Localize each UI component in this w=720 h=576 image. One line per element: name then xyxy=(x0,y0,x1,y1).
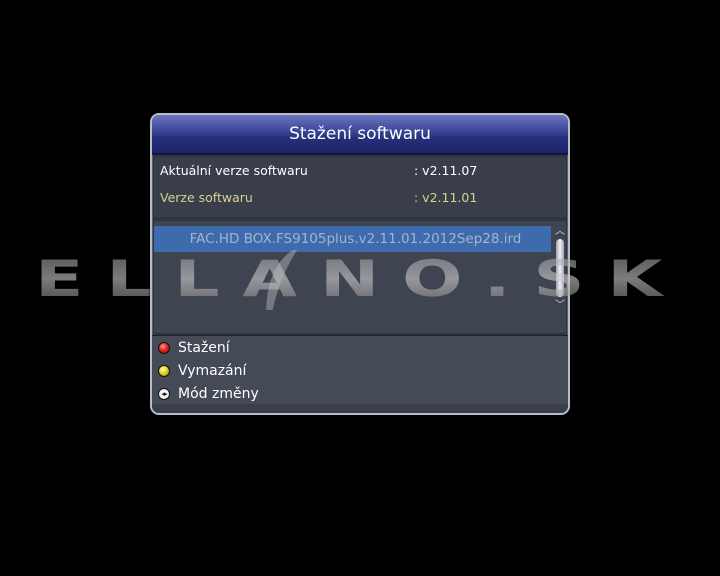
version-info-panel: Aktuální verze softwaru : v2.11.07 Verze… xyxy=(154,157,566,217)
download-action-label: Stažení xyxy=(178,340,230,356)
red-circle-icon xyxy=(158,342,170,354)
dialog-bottom-bar xyxy=(152,404,568,413)
current-version-value: : v2.11.07 xyxy=(414,163,478,178)
dialog-title: Stažení softwaru xyxy=(152,115,568,155)
file-version-label: Verze softwaru xyxy=(160,190,253,205)
color-key-legend: Stažení Vymazání ◂▸ Mód změny xyxy=(152,335,568,404)
yellow-circle-icon xyxy=(158,365,170,377)
file-list: FAC.HD BOX.FS9105plus.v2.11.01.2012Sep28… xyxy=(154,221,566,333)
chevron-down-icon[interactable]: ﹀ xyxy=(554,299,566,313)
tv-screen: Stažení softwaru Aktuální verze softwaru… xyxy=(0,0,720,576)
file-version-row: Verze softwaru : v2.11.01 xyxy=(154,186,566,210)
delete-action-label: Vymazání xyxy=(178,363,247,379)
current-version-row: Aktuální verze softwaru : v2.11.07 xyxy=(154,159,566,183)
scrollbar-thumb[interactable] xyxy=(556,239,564,297)
left-right-arrows-icon: ◂▸ xyxy=(158,388,170,400)
file-version-value: : v2.11.01 xyxy=(414,190,478,205)
delete-action[interactable]: Vymazání xyxy=(158,361,458,383)
current-version-label: Aktuální verze softwaru xyxy=(160,163,308,178)
file-list-scrollbar[interactable]: ︿ ﹀ xyxy=(554,225,568,313)
download-action[interactable]: Stažení xyxy=(158,338,458,360)
file-list-item-selected[interactable]: FAC.HD BOX.FS9105plus.v2.11.01.2012Sep28… xyxy=(154,226,551,252)
change-mode-action[interactable]: ◂▸ Mód změny xyxy=(158,384,458,406)
chevron-up-icon[interactable]: ︿ xyxy=(554,225,566,239)
software-download-dialog: Stažení softwaru Aktuální verze softwaru… xyxy=(150,113,570,415)
change-mode-action-label: Mód změny xyxy=(178,386,259,402)
